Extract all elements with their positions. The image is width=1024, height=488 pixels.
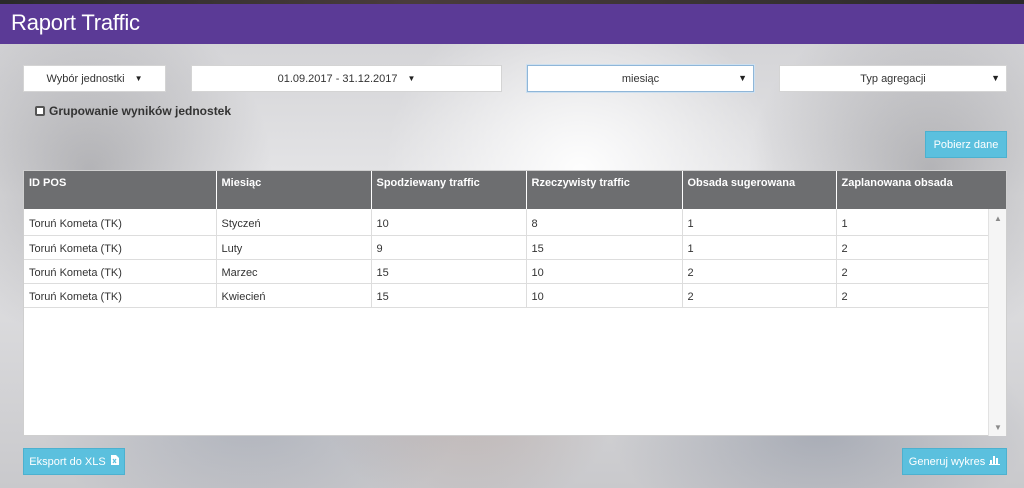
unit-select-label: Wybór jednostki: [46, 72, 125, 85]
table-cell: Toruń Kometa (TK): [24, 259, 217, 284]
bar-chart-icon: [989, 455, 1001, 468]
aggregation-select-value: Typ agregacji: [860, 72, 926, 85]
scroll-down-icon[interactable]: ▼: [994, 423, 1002, 432]
column-header[interactable]: Obsada sugerowana: [682, 171, 837, 209]
fetch-data-button[interactable]: Pobierz dane: [925, 131, 1007, 158]
checkbox-box[interactable]: [35, 106, 45, 116]
table-cell: 2: [836, 259, 991, 284]
table-row[interactable]: Toruń Kometa (TK) Kwiecień 15 10 2 2: [24, 283, 991, 308]
aggregation-select[interactable]: Typ agregacji ▼: [779, 65, 1007, 92]
caret-down-icon: ▼: [134, 74, 143, 83]
table-cell: Toruń Kometa (TK): [24, 235, 217, 260]
table-cell: 15: [526, 235, 683, 260]
column-header[interactable]: Zaplanowana obsada: [836, 171, 991, 209]
page-header: Raport Traffic: [0, 4, 1024, 44]
column-header[interactable]: ID POS: [24, 171, 217, 209]
fetch-data-label: Pobierz dane: [933, 138, 999, 151]
table-cell: 2: [836, 283, 991, 308]
export-xls-button[interactable]: Eksport do XLS: [23, 448, 125, 475]
period-select[interactable]: miesiąc ▼: [527, 65, 754, 92]
file-excel-icon: [110, 455, 119, 468]
table-cell: 1: [682, 235, 837, 260]
table-cell: Marzec: [216, 259, 372, 284]
table-cell: Styczeń: [216, 209, 372, 236]
report-table: ID POS Miesiąc Spodziewany traffic Rzecz…: [24, 171, 991, 308]
table-cell: 15: [371, 259, 527, 284]
scroll-up-icon[interactable]: ▲: [994, 214, 1002, 223]
page-title: Raport Traffic: [11, 10, 140, 35]
date-range-label: 01.09.2017 - 31.12.2017: [277, 72, 398, 85]
table-cell: 9: [371, 235, 527, 260]
table-row[interactable]: Toruń Kometa (TK) Luty 9 15 1 2: [24, 235, 991, 260]
table-cell: 2: [682, 259, 837, 284]
table-row[interactable]: Toruń Kometa (TK) Styczeń 10 8 1 1: [24, 209, 991, 236]
table-cell: 10: [526, 259, 683, 284]
unit-select-button[interactable]: Wybór jednostki ▼: [23, 65, 166, 92]
select-arrow-icon: ▼: [738, 73, 747, 83]
column-header[interactable]: Rzeczywisty traffic: [526, 171, 683, 209]
column-header[interactable]: Miesiąc: [216, 171, 372, 209]
table-cell: Toruń Kometa (TK): [24, 209, 217, 236]
column-header[interactable]: Spodziewany traffic: [371, 171, 527, 209]
table-cell: Kwiecień: [216, 283, 372, 308]
generate-chart-label: Generuj wykres: [908, 455, 986, 468]
select-arrow-icon: ▼: [991, 73, 1000, 83]
table-cell: Luty: [216, 235, 372, 260]
generate-chart-button[interactable]: Generuj wykres: [902, 448, 1007, 475]
caret-down-icon: ▼: [407, 74, 416, 83]
table-cell: 2: [836, 235, 991, 260]
group-results-label: Grupowanie wyników jednostek: [49, 104, 232, 118]
period-select-value: miesiąc: [621, 72, 660, 85]
table-cell: Toruń Kometa (TK): [24, 283, 217, 308]
table-cell: 15: [371, 283, 527, 308]
table-cell: 1: [836, 209, 991, 236]
group-results-checkbox[interactable]: Grupowanie wyników jednostek: [35, 104, 231, 118]
table-cell: 10: [371, 209, 527, 236]
table-cell: 2: [682, 283, 837, 308]
table-row[interactable]: Toruń Kometa (TK) Marzec 15 10 2 2: [24, 259, 991, 284]
table-cell: 10: [526, 283, 683, 308]
table-cell: 8: [526, 209, 683, 236]
export-xls-label: Eksport do XLS: [29, 455, 106, 468]
date-range-picker[interactable]: 01.09.2017 - 31.12.2017 ▼: [191, 65, 502, 92]
table-header-row: ID POS Miesiąc Spodziewany traffic Rzecz…: [24, 171, 991, 209]
table-scrollbar[interactable]: ▲ ▼: [988, 209, 1006, 436]
table-header-stub: [988, 171, 1006, 209]
report-table-panel: ID POS Miesiąc Spodziewany traffic Rzecz…: [23, 170, 1007, 436]
table-cell: 1: [682, 209, 837, 236]
